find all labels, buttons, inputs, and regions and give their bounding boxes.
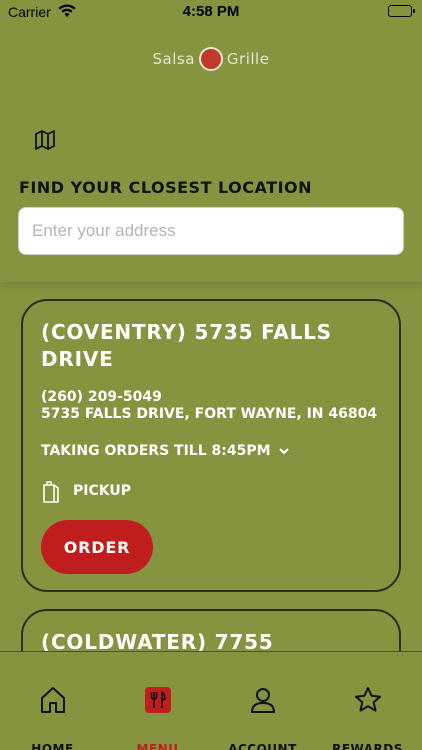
account-icon	[250, 688, 275, 713]
location-phone[interactable]: (260) 209-5049	[41, 389, 162, 405]
brand-logo: Salsa Grille	[0, 46, 422, 72]
tab-menu[interactable]: MENU	[105, 652, 210, 750]
hours-label: TAKING ORDERS TILL 8:45PM	[41, 443, 271, 459]
tab-home[interactable]: HOME	[0, 652, 105, 750]
order-button[interactable]: ORDER	[41, 520, 153, 574]
tab-rewards[interactable]: REWARDS	[315, 652, 420, 750]
bag-icon	[43, 481, 59, 503]
tomato-icon	[198, 47, 223, 71]
tab-label: MENU	[136, 742, 179, 750]
star-icon	[354, 687, 381, 712]
logo-text-left: Salsa	[152, 50, 195, 68]
hours-toggle[interactable]: TAKING ORDERS TILL 8:45PM	[41, 443, 291, 459]
location-address: 5735 FALLS DRIVE, FORT WAYNE, IN 46804	[41, 406, 378, 422]
tab-account[interactable]: ACCOUNT	[210, 652, 315, 750]
tab-label: HOME	[31, 742, 74, 750]
home-icon	[40, 687, 65, 713]
tab-label: ACCOUNT	[228, 742, 297, 750]
menu-icon	[144, 687, 171, 713]
battery-icon	[388, 5, 415, 17]
address-input[interactable]	[18, 207, 404, 255]
tab-bar: HOME MENU ACCOUNT REWARDS	[0, 651, 422, 750]
pickup-option: PICKUP	[41, 479, 131, 503]
header-panel: Carrier 4:58 PM Salsa Grille FIND YOUR C…	[0, 0, 422, 282]
chevron-down-icon	[278, 448, 289, 455]
status-time: 4:58 PM	[182, 3, 240, 20]
status-bar: Carrier 4:58 PM	[0, 0, 422, 24]
location-name: (COVENTRY) 5735 FALLS DRIVE	[41, 320, 332, 371]
logo-text-right: Grille	[226, 50, 270, 68]
find-location-title: FIND YOUR CLOSEST LOCATION	[19, 178, 313, 197]
service-label: PICKUP	[73, 483, 131, 499]
location-card: (COVENTRY) 5735 FALLS DRIVE (260) 209-50…	[21, 299, 401, 592]
map-icon[interactable]	[33, 128, 57, 152]
tab-label: REWARDS	[332, 742, 403, 750]
